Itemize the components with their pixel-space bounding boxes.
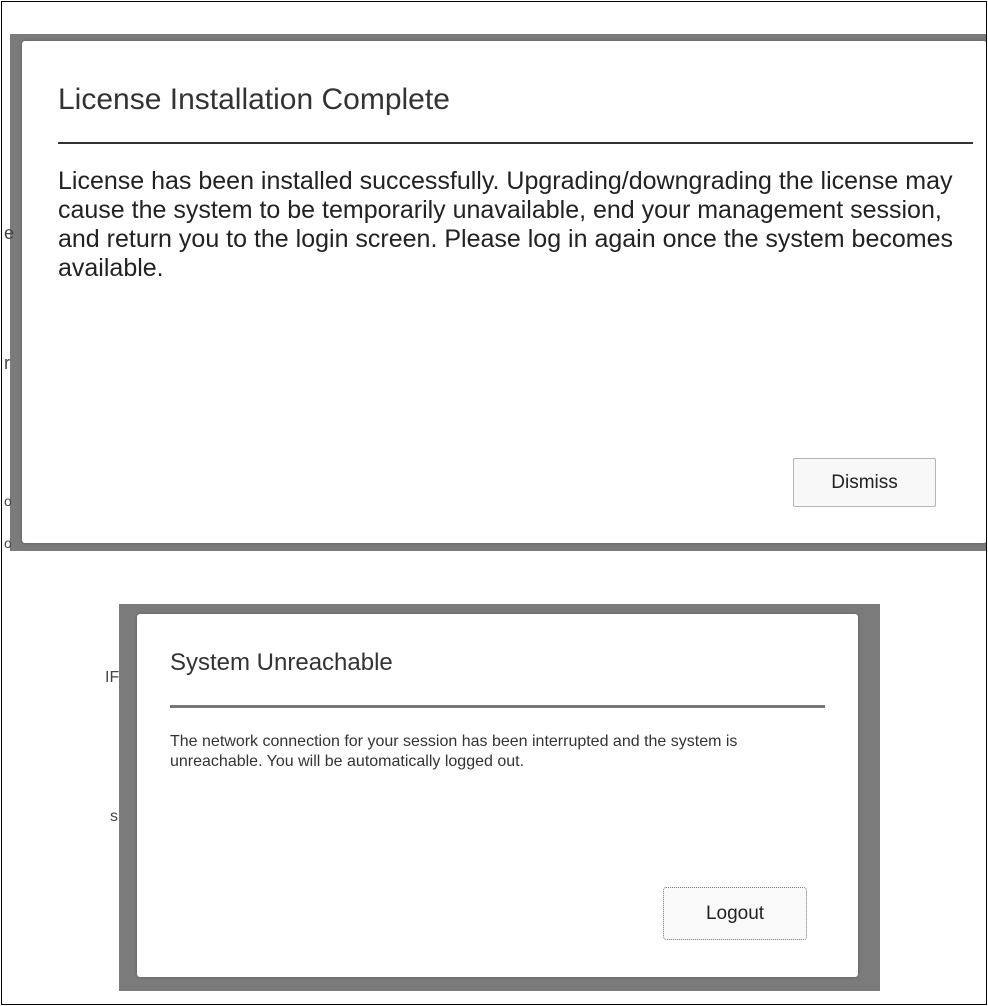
background-text-fragment: o [4, 535, 12, 551]
screenshot-frame: e r o o License Installation Complete Li… [1, 1, 987, 1005]
title-divider [58, 142, 973, 144]
title-divider [170, 705, 825, 708]
dialog-message: The network connection for your session … [170, 733, 738, 770]
license-installation-dialog: License Installation Complete License ha… [22, 41, 986, 543]
background-text-fragment: o [4, 493, 12, 509]
dialog-title: License Installation Complete [58, 83, 450, 116]
background-text-fragment: e [4, 223, 15, 243]
background-text-fragment: IF [105, 669, 120, 686]
dialog-title: System Unreachable [170, 649, 393, 676]
dismiss-button[interactable]: Dismiss [793, 458, 936, 507]
system-unreachable-dialog: System Unreachable The network connectio… [137, 614, 858, 977]
background-text-fragment: s [110, 808, 118, 825]
background-text-fragment: r [4, 353, 10, 373]
dialog-message: License has been installed successfully.… [58, 167, 953, 282]
logout-button[interactable]: Logout [663, 887, 807, 940]
